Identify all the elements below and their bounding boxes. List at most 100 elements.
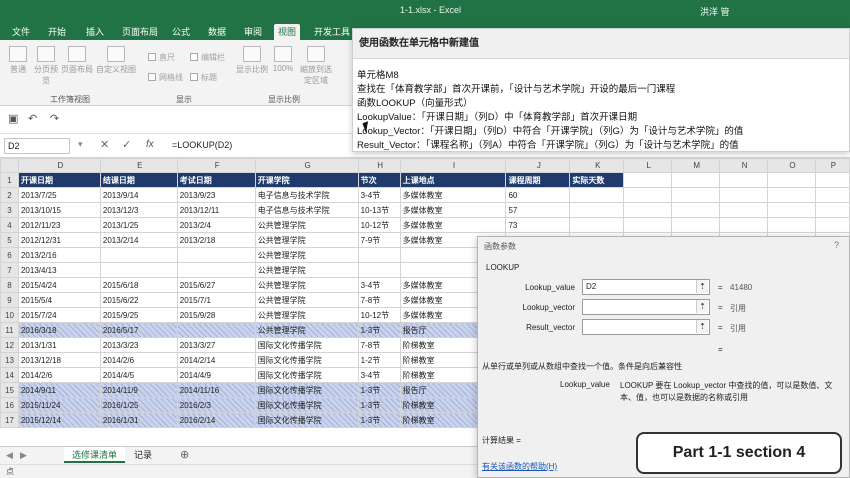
cell[interactable]: 2014/11/16 (176, 382, 256, 398)
cell[interactable] (623, 202, 673, 218)
cell[interactable] (814, 187, 850, 203)
cell[interactable]: 多媒体教室 (399, 187, 507, 203)
cell[interactable]: 10-13节 (357, 202, 401, 218)
cell[interactable] (623, 187, 673, 203)
cell[interactable]: 公共管理学院 (254, 232, 359, 248)
zoom-button[interactable]: 显示比例 (236, 46, 268, 75)
cell[interactable]: 10-12节 (357, 217, 401, 233)
cell[interactable]: 2013/2/4 (176, 217, 256, 233)
row-header[interactable]: 3 (0, 202, 19, 218)
column-header[interactable]: K (569, 158, 625, 173)
tab-view[interactable]: 视图 (274, 24, 301, 40)
cell[interactable]: 2013/2/14 (99, 232, 178, 248)
row-header[interactable]: 9 (0, 292, 19, 308)
cancel-icon[interactable]: ✕ (100, 138, 109, 151)
cell[interactable]: 2014/4/9 (176, 367, 256, 383)
cell[interactable]: 2013/2/16 (17, 247, 101, 263)
cell[interactable]: 1-3节 (357, 397, 401, 413)
cell[interactable] (623, 172, 673, 188)
prev-sheet-icon[interactable]: ◀ (6, 450, 13, 461)
cell[interactable]: 电子信息与技术学院 (254, 202, 359, 218)
function-help-link[interactable]: 有关该函数的帮助(H) (482, 461, 557, 472)
column-header[interactable]: J (505, 158, 571, 173)
cell[interactable] (569, 187, 625, 203)
cell[interactable]: 2013/9/14 (99, 187, 178, 203)
tab-data[interactable]: 数据 (204, 24, 230, 40)
cell[interactable] (719, 172, 769, 188)
zoom-100-button[interactable]: 100% (270, 46, 296, 73)
cell[interactable] (671, 187, 721, 203)
cell[interactable]: 2014/2/14 (176, 352, 256, 368)
cell[interactable]: 2013/3/27 (176, 337, 256, 353)
tab-insert[interactable]: 插入 (82, 24, 108, 40)
cell[interactable]: 2016/3/18 (17, 322, 101, 338)
cell[interactable]: 2015/6/18 (99, 277, 178, 293)
cell[interactable]: 2015/6/22 (99, 292, 178, 308)
column-header[interactable]: I (399, 158, 507, 173)
column-header[interactable]: P (814, 158, 850, 173)
cell[interactable]: 2015/4/24 (17, 277, 101, 293)
name-box-dropdown-icon[interactable]: ▾ (78, 139, 83, 150)
cell[interactable]: 7-9节 (357, 232, 401, 248)
cell[interactable]: 公共管理学院 (254, 292, 359, 308)
cell[interactable]: 公共管理学院 (254, 262, 359, 278)
cell[interactable]: 1-3节 (357, 412, 401, 428)
cell[interactable]: 2016/5/17 (99, 322, 178, 338)
row-header[interactable]: 1 (0, 172, 19, 188)
header-cell[interactable]: 节次 (357, 172, 401, 188)
cell[interactable] (814, 217, 850, 233)
zoom-to-selection-button[interactable]: 缩放到选定区域 (298, 46, 334, 86)
cell[interactable]: 2012/11/23 (17, 217, 101, 233)
cell[interactable]: 公共管理学院 (254, 322, 359, 338)
row-header[interactable]: 14 (0, 367, 19, 383)
cell[interactable]: 国际文化传播学院 (254, 397, 359, 413)
cell[interactable] (719, 187, 769, 203)
headings-checkbox[interactable]: 标题 (190, 72, 217, 83)
insert-function-icon[interactable]: fx (146, 139, 154, 150)
row-header[interactable]: 2 (0, 187, 19, 203)
range-select-icon[interactable]: ⇡ (696, 320, 708, 333)
header-cell[interactable]: 课程周期 (505, 172, 571, 188)
cell[interactable]: 2013/1/25 (99, 217, 178, 233)
select-all-corner[interactable] (0, 158, 19, 173)
cell[interactable]: 2013/9/23 (176, 187, 256, 203)
cell[interactable]: 10-12节 (357, 307, 401, 323)
column-header[interactable]: O (767, 158, 816, 173)
cell[interactable]: 2015/7/1 (176, 292, 256, 308)
add-sheet-icon[interactable]: ⊕ (180, 448, 189, 461)
cell[interactable]: 国际文化传播学院 (254, 367, 359, 383)
cell[interactable]: 1-3节 (357, 382, 401, 398)
row-header[interactable]: 10 (0, 307, 19, 323)
sheet-tab-elective-list[interactable]: 选修课清单 (64, 447, 126, 463)
cell[interactable]: 2015/7/24 (17, 307, 101, 323)
cell[interactable]: 2013/10/15 (17, 202, 101, 218)
cell[interactable] (767, 172, 816, 188)
cell[interactable]: 2013/12/3 (99, 202, 178, 218)
header-cell[interactable]: 开课学院 (254, 172, 359, 188)
cell[interactable] (719, 202, 769, 218)
page-break-preview-button[interactable]: 分页预览 (34, 46, 58, 86)
tab-page-layout[interactable]: 页面布局 (118, 24, 162, 40)
cell[interactable] (719, 217, 769, 233)
cell[interactable]: 1-2节 (357, 352, 401, 368)
cell[interactable]: 2014/9/11 (17, 382, 101, 398)
page-layout-view-button[interactable]: 页面布局 (60, 46, 94, 75)
row-header[interactable]: 5 (0, 232, 19, 248)
name-box[interactable]: D2 (4, 138, 70, 154)
row-header[interactable]: 11 (0, 322, 19, 338)
cell[interactable] (569, 202, 625, 218)
cell[interactable]: 2015/11/24 (17, 397, 101, 413)
cell[interactable]: 3-4节 (357, 187, 401, 203)
column-header[interactable]: E (99, 158, 178, 173)
cell[interactable] (623, 217, 673, 233)
cell[interactable] (357, 247, 401, 263)
row-header[interactable]: 17 (0, 412, 19, 428)
cell[interactable] (357, 262, 401, 278)
cell[interactable] (671, 217, 721, 233)
cell[interactable] (99, 247, 178, 263)
enter-icon[interactable]: ✓ (122, 138, 131, 151)
cell[interactable]: 2015/9/25 (99, 307, 178, 323)
range-select-icon[interactable]: ⇡ (696, 280, 708, 293)
save-icon[interactable]: ▣ (8, 112, 18, 125)
header-cell[interactable]: 上课地点 (399, 172, 507, 188)
